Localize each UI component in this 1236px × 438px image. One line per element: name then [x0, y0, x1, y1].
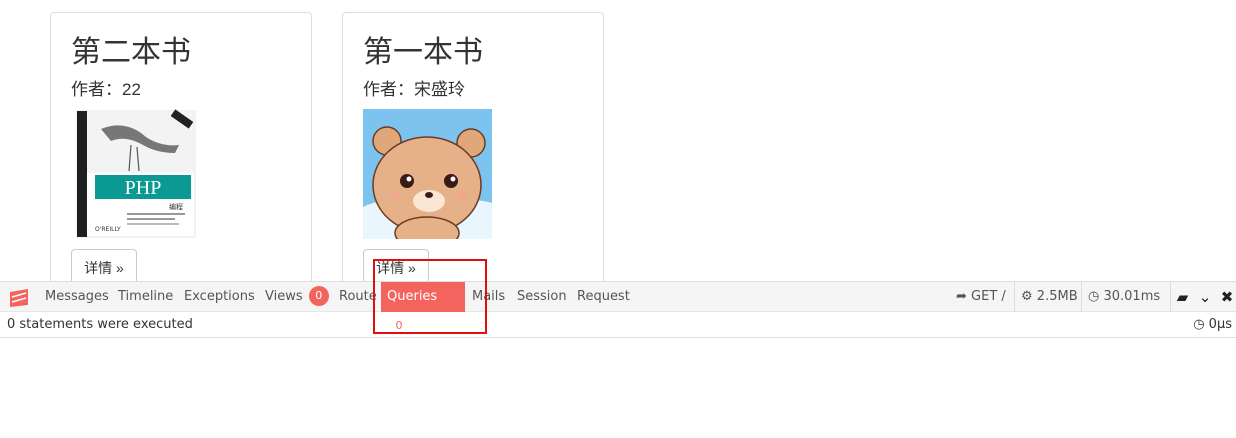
queries-summary: 0 statements were executed [7, 317, 193, 332]
book-author: 作者：22 [71, 80, 141, 99]
tab-request[interactable]: Request [571, 282, 636, 312]
queries-time: ◷ 0μs [1193, 317, 1232, 332]
tab-messages[interactable]: Messages [39, 282, 115, 312]
svg-text:O'REILLY: O'REILLY [95, 226, 121, 233]
debugbar-logo-icon[interactable] [8, 288, 30, 308]
svg-text:PHP: PHP [125, 177, 162, 199]
request-method[interactable]: ➦ GET / [950, 282, 1012, 312]
svg-text:编程: 编程 [169, 202, 183, 211]
clock-icon: ◷ [1193, 317, 1205, 332]
book-title: 第一本书 [363, 36, 483, 69]
book-cover-image [363, 109, 492, 239]
book-card: 第二本书 作者：22 PHP 编程 O'REILLY 详情 » [50, 12, 312, 292]
book-card: 第一本书 作者：宋盛玲 详情 » [342, 12, 604, 292]
tab-timeline[interactable]: Timeline [112, 282, 179, 312]
debug-bar-header: Messages Timeline Exceptions Views 0 Rou… [0, 281, 1236, 336]
tab-exceptions[interactable]: Exceptions [178, 282, 261, 312]
clock-icon: ◷ [1088, 289, 1100, 304]
debug-bar: Messages Timeline Exceptions Views 0 Rou… [0, 281, 1236, 338]
close-icon[interactable]: ✖ [1216, 282, 1236, 312]
book-author: 作者：宋盛玲 [363, 80, 465, 99]
share-arrow-icon: ➦ [956, 289, 967, 304]
open-folder-icon[interactable]: ▰ [1170, 282, 1194, 312]
book-title: 第二本书 [71, 36, 191, 69]
views-count-badge: 0 [308, 286, 329, 306]
tab-views[interactable]: Views 0 [259, 282, 335, 312]
book-cover-image: PHP 编程 O'REILLY [71, 109, 200, 239]
highlight-box [373, 259, 487, 334]
request-time: ◷ 30.01ms [1081, 282, 1166, 312]
tab-session[interactable]: Session [511, 282, 573, 312]
gears-icon: ⚙ [1021, 289, 1033, 304]
memory-usage: ⚙ 2.5MB [1014, 282, 1084, 312]
chevron-down-icon[interactable]: ⌄ [1194, 282, 1216, 312]
